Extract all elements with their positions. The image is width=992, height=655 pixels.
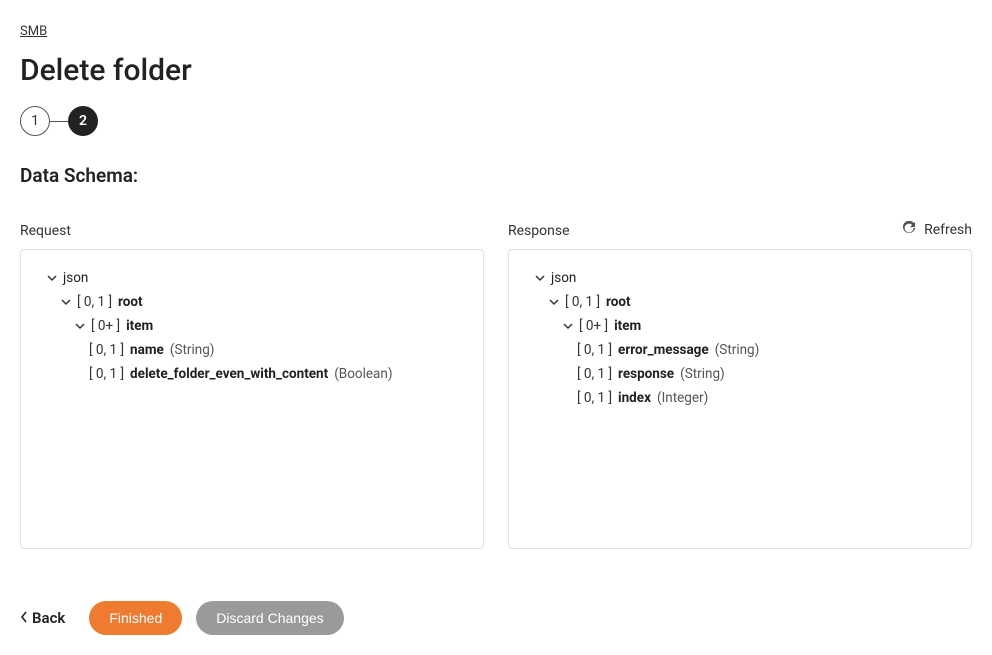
response-label: Response <box>508 223 570 239</box>
node-name: item <box>126 318 153 334</box>
node-cardinality: [ 0, 1 ] <box>577 390 612 406</box>
node-type: (String) <box>680 366 725 382</box>
step-connector <box>50 121 68 122</box>
tree-node-name[interactable]: [ 0, 1 ] name (String) <box>33 338 471 362</box>
chevron-down-icon[interactable] <box>47 273 57 283</box>
node-cardinality: [ 0, 1 ] <box>89 342 124 358</box>
node-name: response <box>618 366 674 382</box>
node-name: delete_folder_even_with_content <box>130 366 328 382</box>
tree-node-response[interactable]: [ 0, 1 ] response (String) <box>521 362 959 386</box>
tree-node-index[interactable]: [ 0, 1 ] index (Integer) <box>521 386 959 410</box>
node-name: name <box>130 342 164 358</box>
chevron-down-icon[interactable] <box>563 321 573 331</box>
response-column: Response Refresh json [ 0, 1 ] root [ 0+… <box>508 211 972 549</box>
request-schema-box: json [ 0, 1 ] root [ 0+ ] item [ 0, 1 ] … <box>20 249 484 549</box>
tree-node-item[interactable]: [ 0+ ] item <box>521 314 959 338</box>
node-name: error_message <box>618 342 709 358</box>
node-name: root <box>118 294 143 310</box>
request-column: Request json [ 0, 1 ] root [ 0+ ] item [… <box>20 211 484 549</box>
finished-button[interactable]: Finished <box>89 601 182 635</box>
node-type: (Integer) <box>657 390 708 406</box>
back-label: Back <box>32 609 65 627</box>
step-1[interactable]: 1 <box>20 106 50 136</box>
footer-actions: Back Finished Discard Changes <box>20 601 344 635</box>
node-cardinality: [ 0, 1 ] <box>577 366 612 382</box>
refresh-button[interactable]: Refresh <box>902 221 972 239</box>
page-title: Delete folder <box>20 53 972 88</box>
node-name: index <box>618 390 651 406</box>
node-name: root <box>606 294 631 310</box>
refresh-icon <box>902 221 916 239</box>
chevron-down-icon[interactable] <box>61 297 71 307</box>
chevron-down-icon[interactable] <box>549 297 559 307</box>
step-2[interactable]: 2 <box>68 106 98 136</box>
node-cardinality: [ 0, 1 ] <box>77 294 112 310</box>
back-button[interactable]: Back <box>20 609 65 627</box>
response-schema-box: json [ 0, 1 ] root [ 0+ ] item [ 0, 1 ] … <box>508 249 972 549</box>
schema-area: Request json [ 0, 1 ] root [ 0+ ] item [… <box>20 211 972 549</box>
chevron-down-icon[interactable] <box>75 321 85 331</box>
node-cardinality: [ 0+ ] <box>91 318 120 334</box>
node-cardinality: [ 0, 1 ] <box>565 294 600 310</box>
schema-heading: Data Schema: <box>20 164 972 187</box>
node-label: json <box>63 270 88 286</box>
node-type: (String) <box>715 342 760 358</box>
node-label: json <box>551 270 576 286</box>
tree-node-error-message[interactable]: [ 0, 1 ] error_message (String) <box>521 338 959 362</box>
node-cardinality: [ 0, 1 ] <box>89 366 124 382</box>
chevron-down-icon[interactable] <box>535 273 545 283</box>
tree-node-root[interactable]: [ 0, 1 ] root <box>33 290 471 314</box>
node-cardinality: [ 0, 1 ] <box>577 342 612 358</box>
node-type: (Boolean) <box>334 366 392 382</box>
tree-node-root[interactable]: [ 0, 1 ] root <box>521 290 959 314</box>
tree-node-json[interactable]: json <box>33 266 471 290</box>
request-label: Request <box>20 223 71 239</box>
tree-node-delete-folder[interactable]: [ 0, 1 ] delete_folder_even_with_content… <box>33 362 471 386</box>
tree-node-json[interactable]: json <box>521 266 959 290</box>
chevron-left-icon <box>20 609 28 627</box>
tree-node-item[interactable]: [ 0+ ] item <box>33 314 471 338</box>
node-cardinality: [ 0+ ] <box>579 318 608 334</box>
stepper: 1 2 <box>20 106 972 136</box>
breadcrumb-smb[interactable]: SMB <box>20 24 47 39</box>
refresh-label: Refresh <box>924 222 972 238</box>
node-type: (String) <box>170 342 215 358</box>
node-name: item <box>614 318 641 334</box>
discard-changes-button[interactable]: Discard Changes <box>196 601 343 635</box>
